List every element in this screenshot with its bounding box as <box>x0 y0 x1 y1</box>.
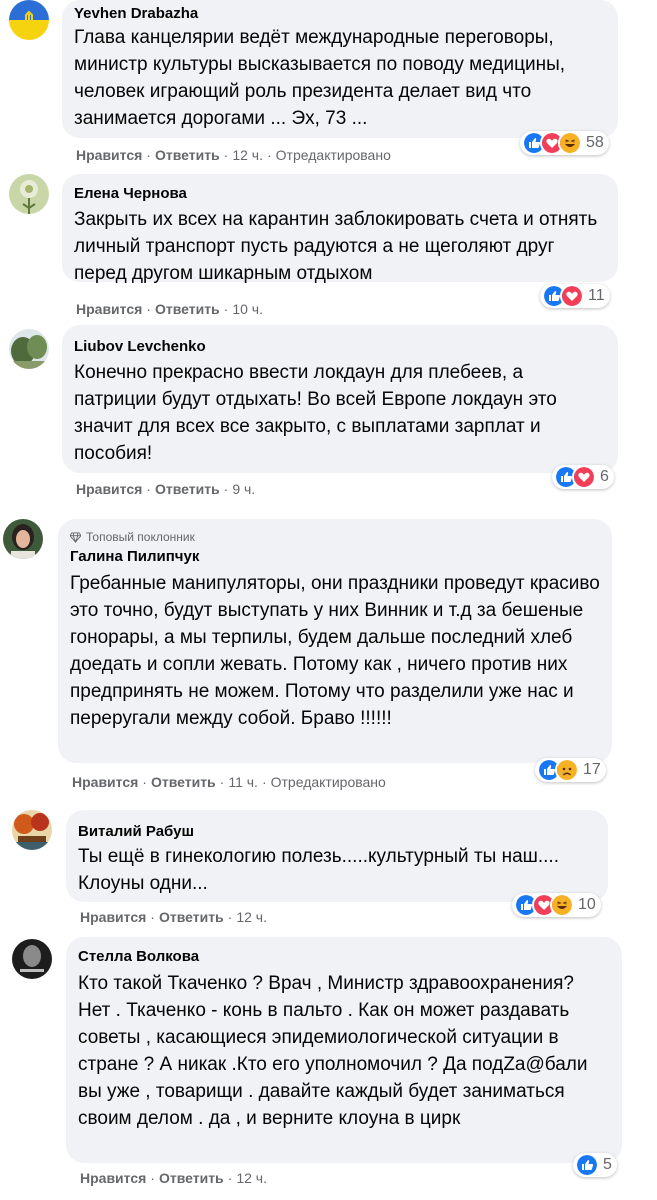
comment-author[interactable]: Виталий Рабуш <box>78 822 596 842</box>
comment-author[interactable]: Yevhen Drabazha <box>74 4 606 24</box>
love-reaction-icon <box>572 465 596 489</box>
comment-time[interactable]: 11 ч. <box>228 774 258 790</box>
comment-text: Кто такой Ткаченко ? Врач , Министр здра… <box>78 973 588 1129</box>
comment-bubble: Yevhen Drabazha Глава канцелярии ведёт м… <box>62 0 618 138</box>
comment-time[interactable]: 12 ч. <box>236 909 267 925</box>
reply-button[interactable]: Ответить <box>151 774 216 790</box>
reaction-summary[interactable]: 11 <box>540 284 610 308</box>
reply-button[interactable]: Ответить <box>155 481 220 497</box>
comment: Виталий Рабуш Ты ещё в гинекологию полез… <box>0 806 657 931</box>
separator-dot: · <box>227 909 233 925</box>
reaction-summary[interactable]: 58 <box>520 131 609 155</box>
comment-text: Ты ещё в гинекологию полезь.....культурн… <box>78 846 559 894</box>
separator-dot: · <box>219 774 225 790</box>
avatar[interactable] <box>12 939 52 979</box>
reaction-count: 5 <box>603 1156 612 1173</box>
autumn-photo-avatar-icon <box>12 810 52 850</box>
reaction-summary[interactable]: 17 <box>535 758 606 782</box>
comment-time[interactable]: 12 ч. <box>236 1170 267 1186</box>
comment-text: Гребанные манипуляторы, они праздники пр… <box>70 573 600 729</box>
comment-author[interactable]: Елена Чернова <box>74 184 606 204</box>
comment-text: Глава канцелярии ведёт международные пер… <box>74 27 566 129</box>
reaction-summary[interactable]: 6 <box>552 465 614 489</box>
like-button[interactable]: Нравится <box>76 147 142 163</box>
separator-dot: · <box>223 301 229 317</box>
reply-button[interactable]: Ответить <box>155 301 220 317</box>
reaction-summary[interactable]: 5 <box>573 1153 617 1177</box>
comment-bubble: Виталий Рабуш Ты ещё в гинекологию полез… <box>66 810 608 902</box>
like-button[interactable]: Нравится <box>76 481 142 497</box>
reply-button[interactable]: Ответить <box>159 909 224 925</box>
comment-author[interactable]: Liubov Levchenko <box>74 337 606 357</box>
separator-dot: · <box>142 774 147 790</box>
separator-dot: · <box>146 301 151 317</box>
comment-bubble: Елена Чернова Закрыть их всех на каранти… <box>62 174 618 284</box>
comment: Топовый поклонник Галина Пилипчук Гребан… <box>0 515 657 800</box>
separator-dot: · <box>150 1170 155 1186</box>
separator-dot: · <box>227 1170 233 1186</box>
like-button[interactable]: Нравится <box>80 1170 146 1186</box>
comment-actions: Нравится · Ответить · 12 ч. <box>80 908 267 926</box>
separator-dot: · <box>267 147 272 163</box>
separator-dot: · <box>223 147 229 163</box>
forest-photo-avatar-icon <box>9 329 49 369</box>
separator-dot: · <box>150 909 155 925</box>
comment-actions: Нравится · Ответить · 12 ч. · Отредактировано <box>76 146 391 164</box>
avatar[interactable] <box>9 174 49 214</box>
comment-time[interactable]: 12 ч. <box>232 147 263 163</box>
separator-dot: · <box>146 481 151 497</box>
love-reaction-icon <box>560 284 584 308</box>
comment-actions: Нравится · Ответить · 12 ч. <box>80 1169 267 1187</box>
reaction-summary[interactable]: 10 <box>512 893 601 917</box>
comment-time[interactable]: 10 ч. <box>232 301 263 317</box>
reaction-count: 6 <box>600 468 609 485</box>
like-button[interactable]: Нравится <box>80 909 146 925</box>
woman-photo-avatar-icon <box>3 519 43 559</box>
comment-actions: Нравится · Ответить · 11 ч. · Отредактировано <box>72 773 386 791</box>
reaction-count: 10 <box>578 896 596 913</box>
reply-button[interactable]: Ответить <box>155 147 220 163</box>
comment-author[interactable]: Галина Пилипчук <box>70 547 600 567</box>
haha-reaction-icon <box>558 131 582 155</box>
haha-reaction-icon <box>550 893 574 917</box>
sad-reaction-icon <box>555 758 579 782</box>
avatar[interactable] <box>12 810 52 850</box>
comment-bubble: Liubov Levchenko Конечно прекрасно ввест… <box>62 325 618 473</box>
flower-photo-avatar-icon <box>9 174 49 214</box>
comment-text: Конечно прекрасно ввести локдаун для пле… <box>74 362 557 464</box>
edited-label: Отредактировано <box>270 774 386 790</box>
like-reaction-icon <box>575 1153 599 1177</box>
comment: Liubov Levchenko Конечно прекрасно ввест… <box>0 325 657 505</box>
badge-label: Топовый поклонник <box>86 530 195 544</box>
separator-dot: · <box>223 481 229 497</box>
top-fan-badge[interactable]: Топовый поклонник <box>70 529 600 545</box>
reaction-count: 11 <box>588 287 605 304</box>
comment-time[interactable]: 9 ч. <box>232 481 255 497</box>
like-button[interactable]: Нравится <box>76 301 142 317</box>
comment-actions: Нравится · Ответить · 10 ч. <box>76 300 263 318</box>
comment: Yevhen Drabazha Глава канцелярии ведёт м… <box>0 0 657 163</box>
comment-actions: Нравится · Ответить · 9 ч. <box>76 480 255 498</box>
avatar[interactable] <box>9 0 49 40</box>
comment-author[interactable]: Стелла Волкова <box>78 947 610 967</box>
reaction-count: 17 <box>583 761 601 778</box>
like-button[interactable]: Нравится <box>72 774 138 790</box>
comment: Елена Чернова Закрыть их всех на каранти… <box>0 170 657 320</box>
comment-bubble: Топовый поклонник Галина Пилипчук Гребан… <box>58 519 612 763</box>
avatar[interactable] <box>3 519 43 559</box>
comment-text: Закрыть их всех на карантин заблокироват… <box>74 209 598 284</box>
reply-button[interactable]: Ответить <box>159 1170 224 1186</box>
diamond-icon <box>70 531 81 543</box>
comment: Стелла Волкова Кто такой Ткаченко ? Врач… <box>0 933 657 1200</box>
separator-dot: · <box>146 147 151 163</box>
ukraine-flag-avatar-icon <box>9 0 49 40</box>
edited-label: Отредактировано <box>275 147 391 163</box>
avatar[interactable] <box>9 329 49 369</box>
separator-dot: · <box>261 774 267 790</box>
comment-bubble: Стелла Волкова Кто такой Ткаченко ? Врач… <box>66 937 622 1163</box>
reaction-count: 58 <box>586 134 604 151</box>
dark-photo-avatar-icon <box>12 939 52 979</box>
